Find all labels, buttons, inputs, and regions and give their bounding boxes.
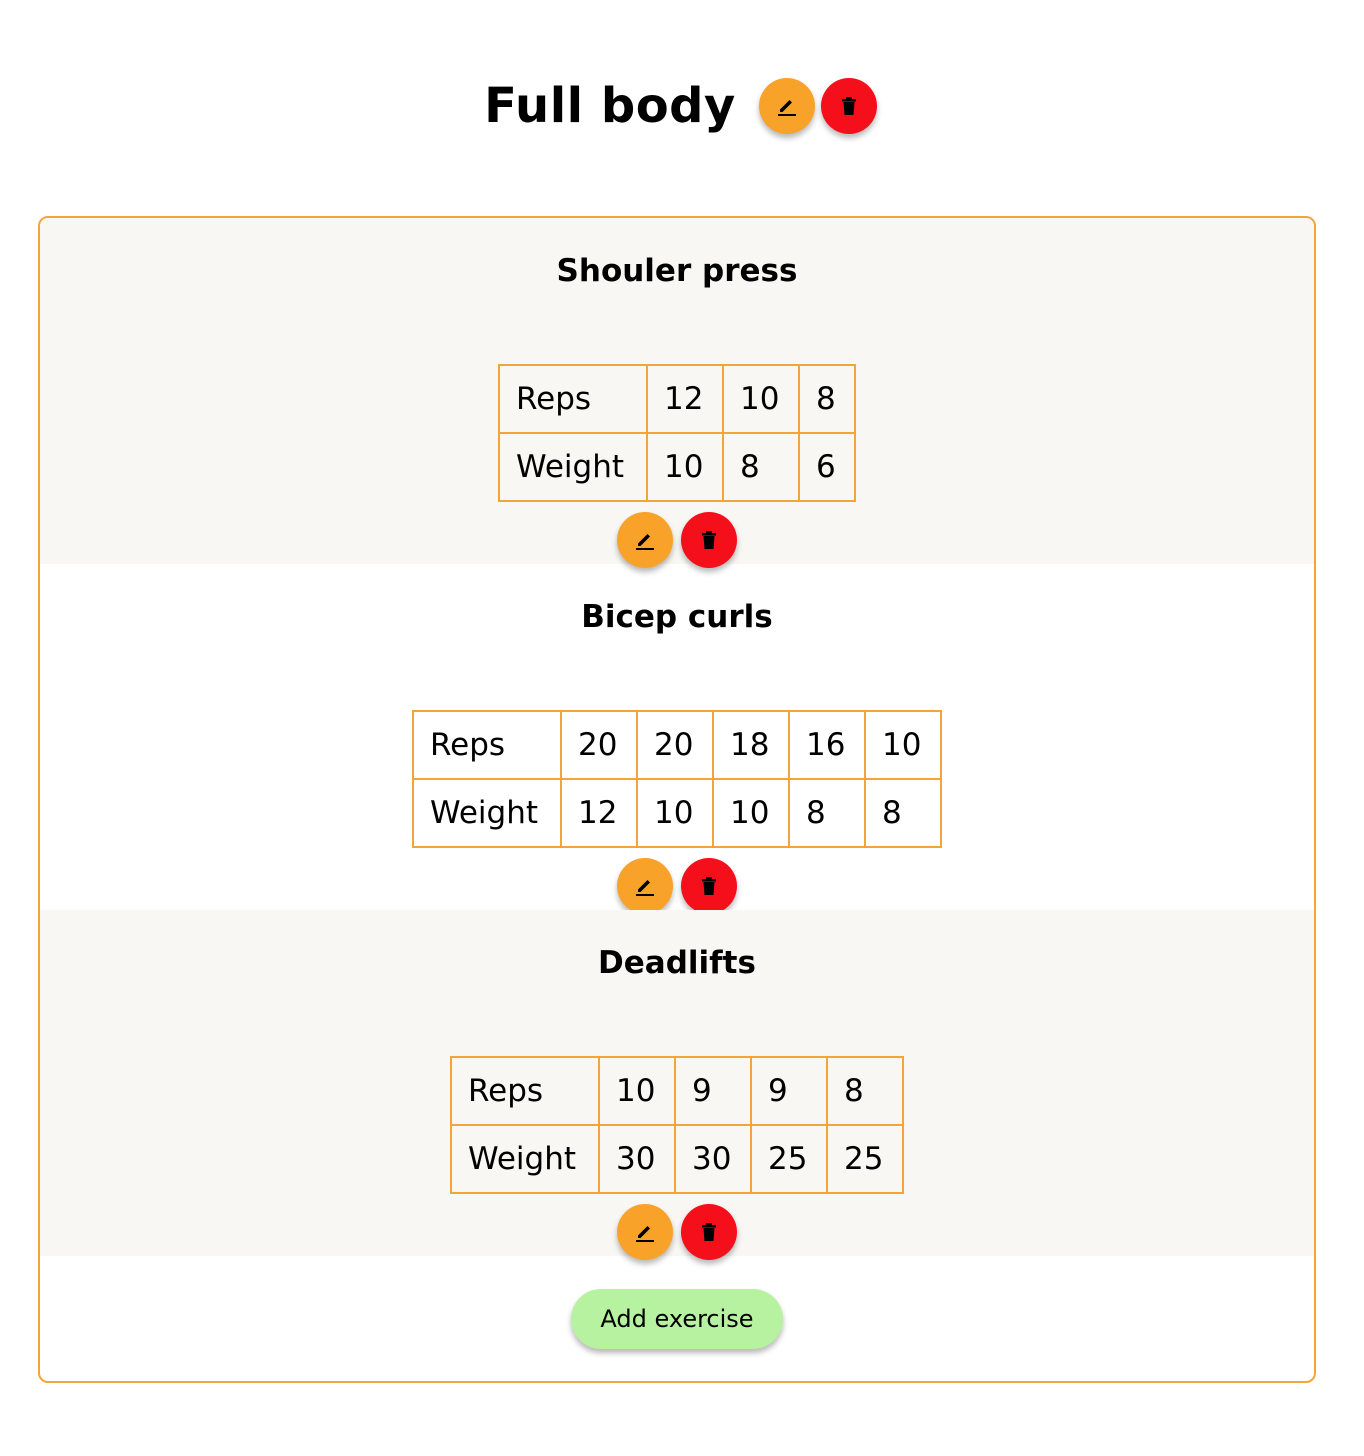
delete-workout-button[interactable] bbox=[820, 78, 877, 134]
reps-cell: 8 bbox=[798, 364, 856, 434]
weight-label: Weight bbox=[450, 1124, 600, 1194]
weight-label: Weight bbox=[498, 432, 648, 502]
delete-exercise-button[interactable] bbox=[681, 512, 737, 568]
edit-exercise-button[interactable] bbox=[617, 512, 673, 568]
weight-cell: 25 bbox=[750, 1124, 828, 1194]
sets-table: Reps 12 10 8 Weight 10 8 6 bbox=[498, 364, 856, 502]
exercise-actions bbox=[40, 512, 1314, 568]
pencil-icon bbox=[636, 534, 654, 550]
weight-cell: 8 bbox=[722, 432, 800, 502]
reps-row: Reps 20 20 18 16 10 bbox=[412, 710, 942, 780]
page-title: Full body bbox=[484, 78, 736, 134]
delete-exercise-button[interactable] bbox=[681, 858, 737, 914]
reps-cell: 10 bbox=[598, 1056, 676, 1126]
reps-cell: 9 bbox=[750, 1056, 828, 1126]
reps-row: Reps 12 10 8 bbox=[498, 364, 856, 434]
reps-cell: 16 bbox=[788, 710, 866, 780]
pencil-icon bbox=[636, 880, 654, 896]
edit-exercise-button[interactable] bbox=[617, 858, 673, 914]
exercise-card: Bicep curls Reps 20 20 18 16 10 Weight 1… bbox=[40, 564, 1314, 914]
reps-cell: 20 bbox=[636, 710, 714, 780]
pencil-icon bbox=[777, 100, 796, 116]
reps-cell: 9 bbox=[674, 1056, 752, 1126]
weight-cell: 10 bbox=[636, 778, 714, 848]
panel-footer: Add exercise bbox=[40, 1256, 1314, 1349]
exercise-card: Deadlifts Reps 10 9 9 8 Weight 30 30 25 … bbox=[40, 910, 1314, 1260]
trash-icon bbox=[702, 877, 716, 895]
trash-icon bbox=[702, 531, 716, 549]
reps-cell: 10 bbox=[722, 364, 800, 434]
weight-cell: 8 bbox=[864, 778, 942, 848]
reps-cell: 18 bbox=[712, 710, 790, 780]
trash-icon bbox=[702, 1223, 716, 1241]
exercise-title: Shouler press bbox=[556, 253, 798, 289]
reps-row: Reps 10 9 9 8 bbox=[450, 1056, 904, 1126]
exercise-card: Shouler press Reps 12 10 8 Weight 10 8 6 bbox=[40, 218, 1314, 568]
weight-cell: 6 bbox=[798, 432, 856, 502]
pencil-icon bbox=[636, 1226, 654, 1242]
exercise-actions bbox=[40, 858, 1314, 914]
edit-workout-button[interactable] bbox=[758, 78, 815, 134]
sets-table: Reps 10 9 9 8 Weight 30 30 25 25 bbox=[450, 1056, 904, 1194]
reps-cell: 10 bbox=[864, 710, 942, 780]
weight-row: Weight 30 30 25 25 bbox=[450, 1124, 904, 1194]
reps-label: Reps bbox=[450, 1056, 600, 1126]
exercise-actions bbox=[40, 1204, 1314, 1260]
weight-cell: 8 bbox=[788, 778, 866, 848]
weight-cell: 12 bbox=[560, 778, 638, 848]
reps-label: Reps bbox=[412, 710, 562, 780]
weight-cell: 10 bbox=[646, 432, 724, 502]
reps-cell: 8 bbox=[826, 1056, 904, 1126]
weight-label: Weight bbox=[412, 778, 562, 848]
edit-exercise-button[interactable] bbox=[617, 1204, 673, 1260]
exercise-title: Deadlifts bbox=[598, 945, 756, 981]
weight-cell: 25 bbox=[826, 1124, 904, 1194]
sets-table: Reps 20 20 18 16 10 Weight 12 10 10 8 8 bbox=[412, 710, 942, 848]
weight-row: Weight 10 8 6 bbox=[498, 432, 856, 502]
reps-cell: 20 bbox=[560, 710, 638, 780]
delete-exercise-button[interactable] bbox=[681, 1204, 737, 1260]
exercise-title: Bicep curls bbox=[581, 599, 773, 635]
weight-cell: 30 bbox=[674, 1124, 752, 1194]
add-exercise-button[interactable]: Add exercise bbox=[571, 1289, 783, 1349]
reps-cell: 12 bbox=[646, 364, 724, 434]
weight-cell: 10 bbox=[712, 778, 790, 848]
exercise-list: Shouler press Reps 12 10 8 Weight 10 8 6 bbox=[38, 216, 1316, 1383]
reps-label: Reps bbox=[498, 364, 648, 434]
workout-header: Full body bbox=[0, 72, 1364, 140]
weight-cell: 30 bbox=[598, 1124, 676, 1194]
trash-icon bbox=[841, 97, 856, 115]
weight-row: Weight 12 10 10 8 8 bbox=[412, 778, 942, 848]
